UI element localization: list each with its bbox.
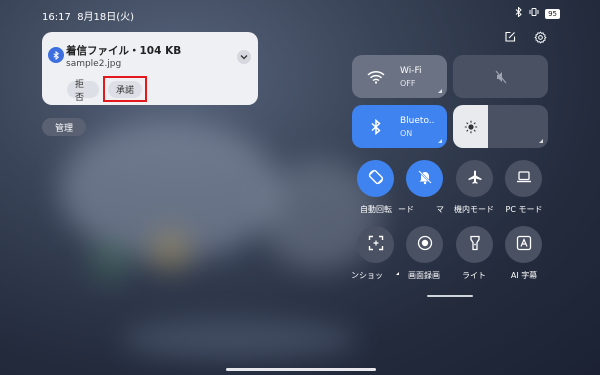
edit-icon[interactable] xyxy=(502,29,518,45)
status-time: 16:17 8月18日(火) xyxy=(42,8,134,23)
airplane-mode-toggle[interactable] xyxy=(456,160,493,197)
auto-rotate-toggle[interactable] xyxy=(357,160,394,197)
wifi-tile[interactable]: Wi-Fi OFF xyxy=(352,55,447,98)
laptop-icon xyxy=(516,169,532,188)
gesture-navigation-bar[interactable] xyxy=(226,368,376,371)
screenshot-icon xyxy=(368,235,384,255)
flashlight-icon xyxy=(469,235,481,255)
background-blur xyxy=(150,230,190,270)
toggle-label: ンショッ xyxy=(351,271,383,280)
tile-expand-corner xyxy=(438,89,442,93)
panel-drag-handle[interactable] xyxy=(427,295,473,297)
mute-tile[interactable] xyxy=(453,55,548,98)
do-not-disturb-toggle[interactable] xyxy=(406,160,443,197)
brightness-slider[interactable] xyxy=(453,105,548,148)
bluetooth-status-icon xyxy=(515,6,523,20)
manage-button[interactable]: 管理 xyxy=(42,118,86,136)
ai-caption-toggle[interactable] xyxy=(505,226,542,263)
rotate-icon xyxy=(367,168,385,190)
bluetooth-label: Blueto.. xyxy=(400,116,435,126)
toggle-label: AI 字幕 xyxy=(510,271,538,280)
wifi-label: Wi-Fi xyxy=(400,66,422,76)
status-icons: 95 xyxy=(515,6,560,20)
bluetooth-transfer-icon xyxy=(48,47,64,63)
reject-button[interactable]: 拒否 xyxy=(67,80,99,103)
battery-icon: 95 xyxy=(545,8,560,19)
date-text: 8月18日(火) xyxy=(77,12,135,23)
vibrate-icon xyxy=(529,7,539,20)
ai-caption-icon xyxy=(516,235,532,255)
airplane-icon xyxy=(467,169,483,189)
file-transfer-notification[interactable]: 着信ファイル・104 KB sample2.jpg 拒否 承諾 xyxy=(42,32,258,105)
chevron-down-icon[interactable] xyxy=(237,50,251,64)
bluetooth-tile[interactable]: Blueto.. ON xyxy=(352,105,447,148)
toggle-label: PC モード xyxy=(505,205,543,214)
flashlight-toggle[interactable] xyxy=(456,226,493,263)
pc-mode-toggle[interactable] xyxy=(505,160,542,197)
screen-record-toggle[interactable] xyxy=(406,226,443,263)
wifi-icon xyxy=(367,68,385,86)
speaker-muted-icon xyxy=(492,68,510,86)
screenshot-toggle[interactable] xyxy=(357,226,394,263)
bell-off-icon xyxy=(417,169,433,189)
wifi-state: OFF xyxy=(400,79,416,88)
bluetooth-state: ON xyxy=(400,129,413,138)
gear-icon[interactable] xyxy=(532,29,548,45)
bluetooth-icon xyxy=(367,118,385,136)
background-blur xyxy=(120,320,360,360)
panel-top-icons xyxy=(502,29,548,45)
highlight-box xyxy=(103,76,147,102)
tile-expand-corner xyxy=(438,139,442,143)
notification-filename: sample2.jpg xyxy=(66,59,122,69)
tile-expand-corner xyxy=(539,139,543,143)
notification-title: 着信ファイル・104 KB xyxy=(66,45,182,57)
clock-text: 16:17 xyxy=(42,12,71,23)
sun-icon xyxy=(462,118,480,136)
screen-record-icon xyxy=(417,235,433,255)
background-blur xyxy=(90,240,130,280)
